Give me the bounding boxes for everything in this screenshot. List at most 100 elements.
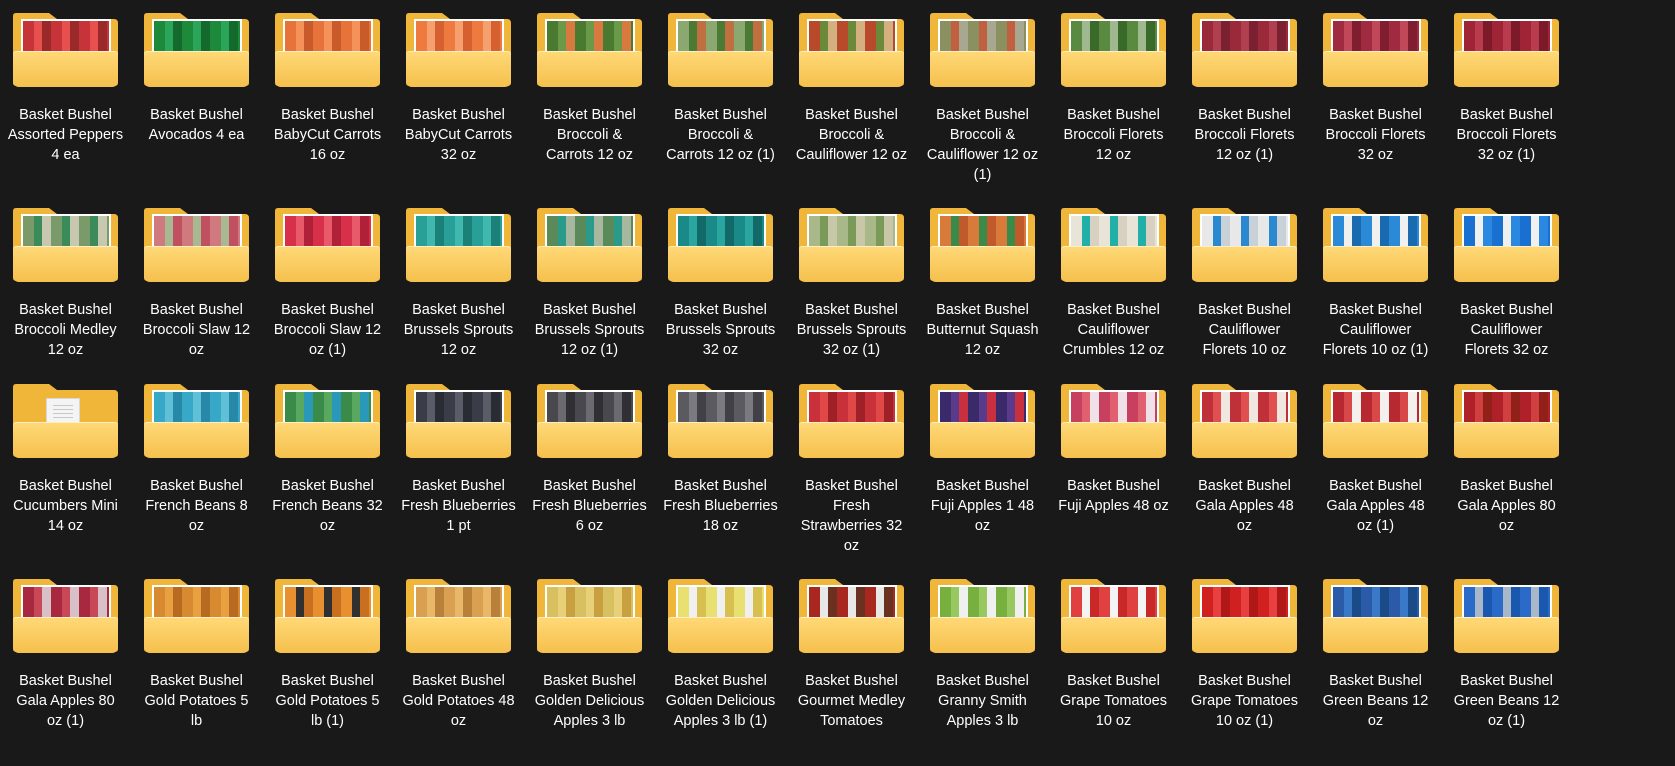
folder-item[interactable]: Basket Bushel Gala Apples 80 oz (1) xyxy=(0,566,131,766)
folder-item[interactable]: Basket Bushel Assorted Peppers 4 ea xyxy=(0,0,131,200)
folder-item[interactable]: Basket Bushel Broccoli Florets 12 oz xyxy=(1048,0,1179,200)
folder-label: Basket Bushel Broccoli & Cauliflower 12 … xyxy=(795,107,908,163)
folder-label: Basket Bushel Fuji Apples 48 oz xyxy=(1058,478,1169,514)
folder-thumbnail xyxy=(545,19,635,55)
folder-item[interactable]: Basket Bushel Fresh Blueberries 6 oz xyxy=(524,371,655,571)
folder-item[interactable]: Basket Bushel Cucumbers Mini 14 oz xyxy=(0,371,131,571)
folder-label: Basket Bushel Granny Smith Apples 3 lb xyxy=(936,673,1029,729)
folder-item[interactable]: Basket Bushel Grape Tomatoes 10 oz (1) xyxy=(1179,566,1310,766)
folder-icon xyxy=(1323,384,1428,458)
folder-thumbnail xyxy=(1462,585,1552,621)
folder-label: Basket Bushel Gourmet Medley Tomatoes xyxy=(797,673,906,729)
folder-item[interactable]: Basket Bushel Broccoli Florets 12 oz (1) xyxy=(1179,0,1310,200)
folder-item[interactable]: Basket Bushel Green Beans 12 oz xyxy=(1310,566,1441,766)
folder-icon xyxy=(1454,579,1559,653)
folder-item[interactable]: Basket Bushel French Beans 32 oz xyxy=(262,371,393,571)
folder-front-shape xyxy=(406,51,511,87)
folder-thumbnail xyxy=(21,19,111,55)
folder-item[interactable]: Basket Bushel Grape Tomatoes 10 oz xyxy=(1048,566,1179,766)
folder-label: Basket Bushel Green Beans 12 oz (1) xyxy=(1453,673,1560,729)
folder-front-shape xyxy=(1192,51,1297,87)
folder-item[interactable]: Basket Bushel Gold Potatoes 48 oz xyxy=(393,566,524,766)
folder-label: Basket Bushel Broccoli & Cauliflower 12 … xyxy=(926,107,1039,183)
folder-item[interactable]: Basket Bushel Brussels Sprouts 12 oz xyxy=(393,195,524,395)
folder-item[interactable]: Basket Bushel Cauliflower Florets 32 oz xyxy=(1441,195,1572,395)
folder-front-shape xyxy=(668,246,773,282)
folder-label: Basket Bushel Gala Apples 80 oz xyxy=(1457,478,1556,534)
folder-item[interactable]: Basket Bushel Broccoli Slaw 12 oz xyxy=(131,195,262,395)
folder-item[interactable]: Basket Bushel Fuji Apples 48 oz xyxy=(1048,371,1179,571)
folder-thumbnail xyxy=(283,19,373,55)
folder-item[interactable]: Basket Bushel Brussels Sprouts 32 oz (1) xyxy=(786,195,917,395)
folder-item[interactable]: Basket Bushel Gourmet Medley Tomatoes xyxy=(786,566,917,766)
folder-item[interactable]: Basket Bushel Granny Smith Apples 3 lb xyxy=(917,566,1048,766)
folder-item[interactable]: Basket Bushel Broccoli & Carrots 12 oz xyxy=(524,0,655,200)
folder-item[interactable]: Basket Bushel Brussels Sprouts 12 oz (1) xyxy=(524,195,655,395)
folder-front-shape xyxy=(930,246,1035,282)
folder-front-shape xyxy=(1061,422,1166,458)
folder-item[interactable]: Basket Bushel Broccoli Medley 12 oz xyxy=(0,195,131,395)
folder-front-shape xyxy=(144,246,249,282)
folder-item[interactable]: Basket Bushel Green Beans 12 oz (1) xyxy=(1441,566,1572,766)
folder-item[interactable]: Basket Bushel Butternut Squash 12 oz xyxy=(917,195,1048,395)
folder-thumbnail xyxy=(938,19,1028,55)
folder-front-shape xyxy=(406,617,511,653)
folder-item[interactable]: Basket Bushel Fresh Blueberries 1 pt xyxy=(393,371,524,571)
folder-item[interactable]: Basket Bushel Fresh Blueberries 18 oz xyxy=(655,371,786,571)
folder-thumbnail xyxy=(1200,214,1290,250)
folder-label: Basket Bushel Avocados 4 ea xyxy=(148,107,245,143)
folder-label: Basket Bushel Broccoli & Carrots 12 oz (… xyxy=(666,107,775,163)
folder-item[interactable]: Basket Bushel Fresh Strawberries 32 oz xyxy=(786,371,917,571)
folder-icon xyxy=(275,579,380,653)
folder-item[interactable]: Basket Bushel Broccoli Florets 32 oz (1) xyxy=(1441,0,1572,200)
folder-thumbnail xyxy=(545,390,635,426)
folder-front-shape xyxy=(275,422,380,458)
folder-thumbnail xyxy=(1200,585,1290,621)
folder-icon xyxy=(1454,13,1559,87)
folder-item[interactable]: Basket Bushel Fuji Apples 1 48 oz xyxy=(917,371,1048,571)
folder-item[interactable]: Basket Bushel Gold Potatoes 5 lb xyxy=(131,566,262,766)
folder-icon xyxy=(13,579,118,653)
folder-icon xyxy=(1061,208,1166,282)
folder-thumbnail xyxy=(283,390,373,426)
folder-item[interactable]: Basket Bushel Broccoli Florets 32 oz xyxy=(1310,0,1441,200)
folder-front-shape xyxy=(1323,422,1428,458)
folder-icon xyxy=(1454,208,1559,282)
folder-item[interactable]: Basket Bushel Golden Delicious Apples 3 … xyxy=(524,566,655,766)
folder-item[interactable]: Basket Bushel Cauliflower Crumbles 12 oz xyxy=(1048,195,1179,395)
folder-icon xyxy=(930,208,1035,282)
folder-item[interactable]: Basket Bushel Broccoli & Carrots 12 oz (… xyxy=(655,0,786,200)
folder-item[interactable]: Basket Bushel Cauliflower Florets 10 oz … xyxy=(1310,195,1441,395)
folder-item[interactable]: Basket Bushel Broccoli Slaw 12 oz (1) xyxy=(262,195,393,395)
folder-item[interactable]: Basket Bushel Gala Apples 48 oz xyxy=(1179,371,1310,571)
folder-item[interactable]: Basket Bushel Cauliflower Florets 10 oz xyxy=(1179,195,1310,395)
folder-icon xyxy=(275,384,380,458)
folder-item[interactable]: Basket Bushel Golden Delicious Apples 3 … xyxy=(655,566,786,766)
folder-label: Basket Bushel Brussels Sprouts 12 oz xyxy=(403,302,514,358)
folder-label: Basket Bushel Gold Potatoes 48 oz xyxy=(402,673,515,729)
folder-item[interactable]: Basket Bushel Avocados 4 ea xyxy=(131,0,262,200)
folder-label: Basket Bushel French Beans 8 oz xyxy=(145,478,248,534)
folder-item[interactable]: Basket Bushel Broccoli & Cauliflower 12 … xyxy=(786,0,917,200)
folder-icon xyxy=(406,13,511,87)
folder-item[interactable]: Basket Bushel Broccoli & Cauliflower 12 … xyxy=(917,0,1048,200)
folder-thumbnail xyxy=(545,585,635,621)
folder-item[interactable]: Basket Bushel Gala Apples 48 oz (1) xyxy=(1310,371,1441,571)
folder-icon xyxy=(930,579,1035,653)
folder-label: Basket Bushel Broccoli Slaw 12 oz (1) xyxy=(273,302,382,358)
folder-front-shape xyxy=(144,422,249,458)
folder-item[interactable]: Basket Bushel BabyCut Carrots 32 oz xyxy=(393,0,524,200)
folder-icon xyxy=(930,13,1035,87)
folder-item[interactable]: Basket Bushel Gala Apples 80 oz xyxy=(1441,371,1572,571)
folder-item[interactable]: Basket Bushel French Beans 8 oz xyxy=(131,371,262,571)
folder-label: Basket Bushel Broccoli Medley 12 oz xyxy=(14,302,117,358)
folder-thumbnail xyxy=(1069,214,1159,250)
folder-icon xyxy=(13,13,118,87)
folder-item[interactable]: Basket Bushel BabyCut Carrots 16 oz xyxy=(262,0,393,200)
folder-icon xyxy=(799,579,904,653)
folder-thumbnail xyxy=(152,585,242,621)
folder-icon xyxy=(144,384,249,458)
folder-item[interactable]: Basket Bushel Brussels Sprouts 32 oz xyxy=(655,195,786,395)
folder-icon xyxy=(144,579,249,653)
folder-item[interactable]: Basket Bushel Gold Potatoes 5 lb (1) xyxy=(262,566,393,766)
